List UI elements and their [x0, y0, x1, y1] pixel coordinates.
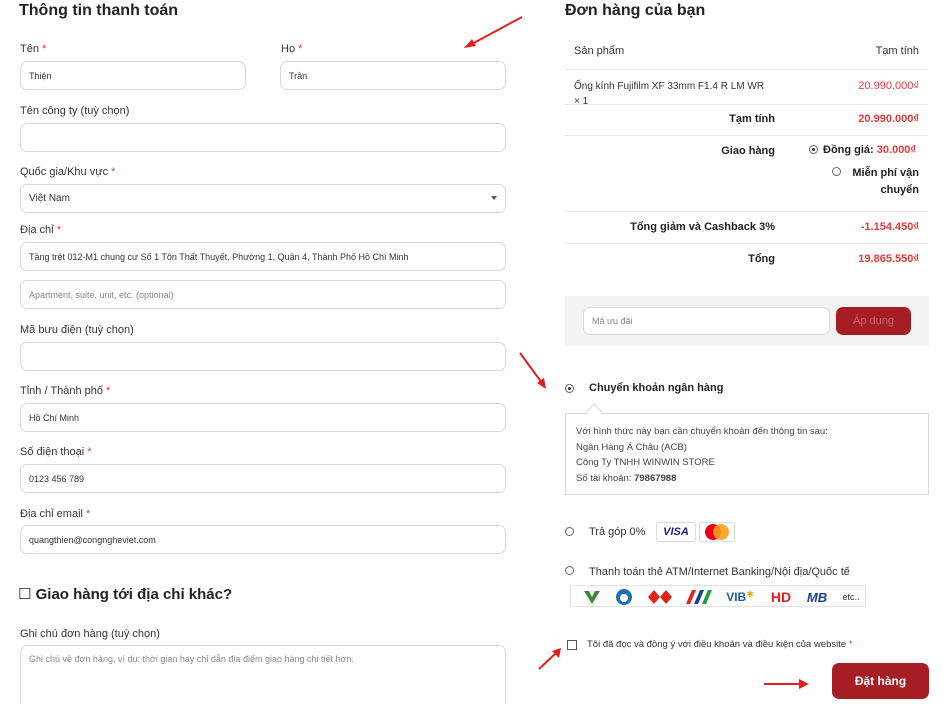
last-name-label: Họ * [281, 43, 303, 55]
col-subtotal-header: Tạm tính [875, 45, 919, 57]
address-label: Địa chỉ * [20, 224, 61, 236]
mastercard-logo [699, 522, 735, 542]
col-product-header: Sản phẩm [574, 45, 625, 57]
mastercard-icon [705, 524, 729, 540]
shipping-free-option[interactable]: Miễn phí vận chuyển [852, 165, 919, 199]
visa-logo: VISA [656, 522, 696, 542]
payment-card-label[interactable]: Thanh toán thẻ ATM/Internet Banking/Nội … [589, 566, 850, 578]
bank-logos-strip: VIB ✱ HD MB etc.. [570, 585, 866, 607]
city-label: Tỉnh / Thành phố * [20, 385, 111, 397]
phone-input[interactable]: 0123 456 789 [20, 464, 506, 493]
total-label: Tổng [748, 253, 775, 265]
discount-value: -1.154.450₫ [860, 221, 919, 233]
discount-row: Tổng giảm và Cashback 3% -1.154.450₫ [565, 212, 928, 244]
techcombank-icon [648, 590, 672, 604]
hdbank-logo: HD [770, 589, 792, 605]
payment-bank-radio[interactable] [565, 384, 574, 393]
subtotal-label: Tạm tính [729, 113, 775, 125]
phone-label: Số điện thoại * [20, 446, 92, 458]
product-qty: × 1 [574, 96, 589, 105]
annotation-arrow-icon [519, 352, 546, 389]
subtotal-row: Tạm tính 20.990.000₫ [565, 105, 928, 136]
first-name-input[interactable]: Thiện [20, 61, 246, 90]
email-label: Địa chỉ email * [20, 508, 91, 520]
notes-label: Ghi chú đơn hàng (tuỳ chọn) [20, 628, 160, 640]
company-input[interactable] [20, 123, 506, 152]
vietcombank-logo [581, 588, 603, 606]
postcode-input[interactable] [20, 342, 506, 371]
company-label: Tên công ty (tuỳ chọn) [20, 105, 130, 117]
country-select-value: Việt Nam [29, 193, 70, 204]
product-price: 20.990.000₫ [858, 80, 919, 92]
city-input[interactable]: Hồ Chí Minh [20, 403, 506, 432]
place-order-button[interactable]: Đặt hàng [832, 663, 929, 699]
payment-installment-label[interactable]: Trả góp 0% [589, 526, 645, 538]
order-title: Đơn hàng của bạn [565, 2, 706, 19]
address2-input[interactable]: Apartment, suite, unit, etc. (optional) [20, 280, 506, 309]
vietcombank-icon [584, 591, 600, 604]
bank-line-1: Với hình thức này bạn cần chuyển khoản đ… [576, 426, 828, 437]
coupon-panel: Mã ưu đãi Áp dụng [565, 296, 929, 346]
agribank-icon [686, 590, 712, 604]
payment-bank-label[interactable]: Chuyển khoản ngân hàng [589, 382, 723, 394]
discount-label: Tổng giảm và Cashback 3% [630, 221, 775, 233]
coupon-input[interactable]: Mã ưu đãi [583, 307, 830, 335]
chevron-down-icon [491, 196, 497, 200]
ship-other-label: Giao hàng tới địa chỉ khác? [35, 586, 233, 603]
more-banks-label: etc.. [842, 592, 860, 602]
payment-installment-radio[interactable] [565, 527, 574, 536]
bidv-icon [616, 589, 632, 605]
annotation-arrow-icon [464, 16, 523, 48]
shipping-free-radio[interactable] [832, 167, 841, 176]
bank-line-2: Ngân Hàng Á Châu (ACB) [576, 441, 687, 453]
notes-textarea[interactable]: Ghi chú về đơn hàng, ví dụ: thời gian ha… [20, 645, 506, 704]
total-row: Tổng 19.865.550₫ [565, 244, 928, 277]
bank-line-3: Công Ty TNHH WINWIN STORE [576, 457, 715, 468]
first-name-label: Tên * [20, 43, 47, 55]
email-input[interactable]: quangthien@congngheviet.com [20, 525, 506, 554]
agribank-logo [683, 588, 715, 606]
billing-title: Thông tin thanh toán [19, 2, 179, 19]
country-label: Quốc gia/Khu vực * [20, 166, 116, 178]
terms-checkbox[interactable] [567, 640, 577, 650]
apply-coupon-button[interactable]: Áp dụng [836, 307, 911, 335]
terms-label[interactable]: Tôi đã đọc và đồng ý với điều khoản và đ… [587, 639, 853, 650]
order-product-row: Ống kính Fujifilm XF 33mm F1.4 R LM WR × … [565, 70, 928, 105]
vib-logo: VIB ✱ [726, 588, 754, 605]
total-value: 19.865.550₫ [858, 253, 919, 265]
product-name: Ống kính Fujifilm XF 33mm F1.4 R LM WR × … [574, 81, 765, 105]
bank-details-box: Với hình thức này bạn cần chuyển khoản đ… [565, 413, 929, 495]
annotation-arrow-icon [538, 648, 561, 670]
ship-other-checkbox[interactable]: ☐ [18, 586, 31, 603]
shipping-row: Giao hàng Đồng giá: 30.000₫ Miễn phí vận… [565, 136, 928, 212]
subtotal-value: 20.990.000₫ [858, 113, 919, 125]
shipping-flat-option[interactable]: Đồng giá: 30.000₫ [823, 144, 916, 156]
star-icon: ✱ [746, 588, 754, 599]
bank-account: Số tài khoản: 79867988 [576, 472, 677, 484]
bidv-logo [613, 588, 635, 606]
payment-card-radio[interactable] [565, 566, 574, 575]
address-input[interactable]: Tầng trệt 012-M1 chung cư Số 1 Tôn Thất … [20, 242, 506, 271]
ship-other-toggle[interactable]: ☐ Giao hàng tới địa chỉ khác? [18, 585, 232, 603]
techcombank-logo [647, 588, 673, 606]
order-header-row: Sản phẩm Tạm tính [565, 36, 928, 70]
shipping-flat-radio[interactable] [809, 145, 818, 154]
last-name-input[interactable]: Trần [280, 61, 506, 90]
country-select[interactable]: Việt Nam [20, 184, 506, 213]
postcode-label: Mã bưu điện (tuỳ chọn) [20, 324, 134, 336]
shipping-label: Giao hàng [721, 145, 775, 157]
mbbank-logo: MB [806, 589, 828, 605]
annotation-arrow-icon [764, 679, 809, 689]
